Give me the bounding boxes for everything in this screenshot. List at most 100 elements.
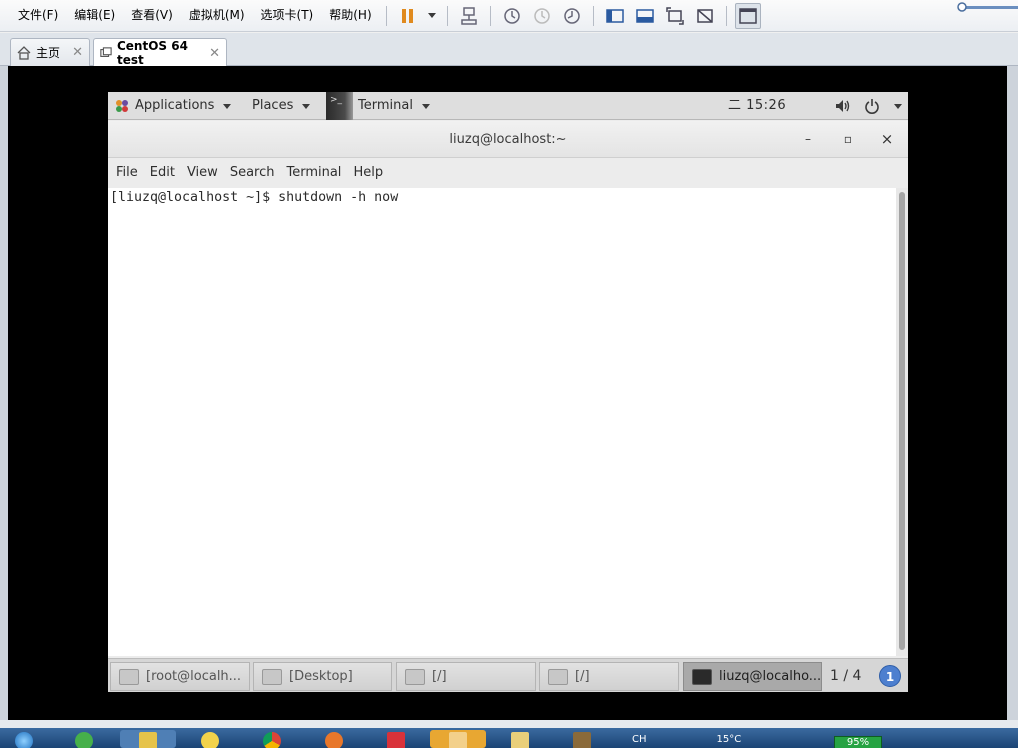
folder-icon <box>262 668 282 685</box>
network-icon <box>460 6 477 25</box>
revert-snapshot-button[interactable] <box>529 3 555 29</box>
menu-tabs[interactable]: 选项卡(T) <box>253 0 322 32</box>
menu-file[interactable]: File <box>110 159 144 187</box>
terminal-output[interactable]: [liuzq@localhost ~]$ shutdown -h now <box>108 188 896 656</box>
places-label: Places <box>252 98 294 113</box>
places-menu[interactable]: Places <box>252 92 311 120</box>
firefox-icon <box>325 732 343 748</box>
menu-view[interactable]: View <box>181 159 224 187</box>
zoom-slider[interactable] <box>956 2 1018 12</box>
window-list-item[interactable]: [Desktop] <box>253 662 392 691</box>
window-list-item[interactable]: [root@localh... <box>110 662 250 691</box>
taskbar-app[interactable] <box>492 730 548 748</box>
tab-home[interactable]: 主页 ✕ <box>10 38 90 66</box>
tab-home-label: 主页 <box>36 46 61 60</box>
language-indicator[interactable]: CH <box>632 734 647 745</box>
chrome-icon <box>263 732 281 748</box>
gnome-top-panel: Applications Places >_ Terminal 二 15:26 <box>108 92 908 120</box>
close-icon[interactable]: ✕ <box>209 46 220 61</box>
menu-vm[interactable]: 虚拟机(M) <box>181 0 253 32</box>
sidebar-icon <box>605 8 624 23</box>
chevron-down-icon <box>894 103 902 109</box>
window-list-item-active[interactable]: liuzq@localho... <box>683 662 822 691</box>
chevron-down-icon <box>223 103 232 109</box>
window-list-item[interactable]: [/] <box>539 662 679 691</box>
workspace-indicator[interactable]: 1 / 4 <box>830 662 861 691</box>
vm-icon <box>100 47 112 57</box>
scrollbar-thumb[interactable] <box>899 192 905 650</box>
menu-edit[interactable]: 编辑(E) <box>66 0 123 32</box>
terminal-icon: >_ <box>326 92 354 120</box>
terminal-scrollbar[interactable] <box>896 188 908 656</box>
taskbar-app[interactable] <box>244 730 300 748</box>
windows-taskbar: CH 15°C 95% <box>0 728 1018 748</box>
maximize-button[interactable]: ▫ <box>838 129 858 149</box>
notification-badge[interactable]: 1 <box>879 665 901 687</box>
pause-dropdown-button[interactable] <box>425 3 439 29</box>
fullscreen-button[interactable] <box>662 3 688 29</box>
taskbar-app[interactable] <box>182 730 238 748</box>
minimize-button[interactable]: – <box>798 129 818 149</box>
tab-centos-label: CentOS 64 test <box>116 39 188 67</box>
pause-button[interactable] <box>395 3 421 29</box>
window-list-label: [Desktop] <box>289 669 353 684</box>
close-icon[interactable]: ✕ <box>72 45 83 60</box>
menu-terminal[interactable]: Terminal <box>280 159 347 187</box>
menu-file[interactable]: 文件(F) <box>10 0 66 32</box>
applications-menu[interactable]: Applications <box>114 92 232 120</box>
close-button[interactable]: × <box>877 129 897 149</box>
menu-search[interactable]: Search <box>224 159 281 187</box>
taskbar-app[interactable] <box>56 730 112 748</box>
taskbar-app[interactable] <box>368 730 424 748</box>
taskbar-app[interactable] <box>120 730 176 748</box>
vmware-status-bar <box>0 720 1018 728</box>
window-list-item[interactable]: [/] <box>396 662 536 691</box>
show-library-button[interactable] <box>602 3 628 29</box>
console-icon <box>738 7 757 24</box>
taskbar-app[interactable] <box>430 730 486 748</box>
taskbar-app[interactable] <box>554 730 610 748</box>
gnome-window-list: [root@localh... [Desktop] [/] [/] liuzq@… <box>108 658 908 692</box>
send-ctrl-alt-del-button[interactable] <box>456 3 482 29</box>
thumbnail-bar-button[interactable] <box>632 3 658 29</box>
unity-icon <box>696 8 713 23</box>
folder-icon <box>511 732 529 748</box>
clock[interactable]: 二 15:26 <box>728 92 786 120</box>
gnome-foot-icon <box>116 100 128 112</box>
snapshot-button[interactable] <box>499 3 525 29</box>
terminal-icon <box>119 668 139 685</box>
chevron-down-icon <box>427 13 436 18</box>
menu-view[interactable]: 查看(V) <box>123 0 181 32</box>
tab-centos-vm[interactable]: CentOS 64 test ✕ <box>93 38 227 67</box>
clock-text: 二 15:26 <box>728 98 787 113</box>
folder-icon <box>548 668 568 685</box>
chevron-down-icon <box>302 103 311 109</box>
terminal-title: liuzq@localhost:~ <box>449 132 567 147</box>
start-button[interactable] <box>4 730 44 748</box>
window-list-label: [/] <box>432 669 447 684</box>
snapshot-manager-icon <box>563 7 580 24</box>
window-list-label: [/] <box>575 669 590 684</box>
vm-frame-right <box>1007 66 1018 720</box>
xmind-icon <box>387 732 405 748</box>
menu-help[interactable]: 帮助(H) <box>321 0 379 32</box>
terminal-app-label: Terminal <box>358 98 413 113</box>
unity-button[interactable] <box>692 3 718 29</box>
taskbar-app[interactable] <box>306 730 362 748</box>
snapshot-manager-button[interactable] <box>559 3 585 29</box>
terminal-titlebar[interactable]: liuzq@localhost:~ – ▫ × <box>108 121 908 158</box>
menu-help[interactable]: Help <box>347 159 389 187</box>
briefcase-icon <box>449 732 467 748</box>
temperature-text: 15°C <box>716 734 742 745</box>
applications-label: Applications <box>135 98 215 113</box>
home-icon <box>17 45 31 60</box>
power-icon <box>865 99 879 114</box>
terminal-app-menu[interactable]: >_ Terminal <box>326 92 430 120</box>
vmware-icon <box>139 732 157 748</box>
windows-logo-icon <box>15 732 33 748</box>
menu-edit[interactable]: Edit <box>144 159 181 187</box>
battery-indicator[interactable]: 95% <box>834 736 882 748</box>
console-view-button[interactable] <box>734 2 761 29</box>
toolbar-separator <box>446 5 448 26</box>
system-menu[interactable] <box>834 92 902 120</box>
